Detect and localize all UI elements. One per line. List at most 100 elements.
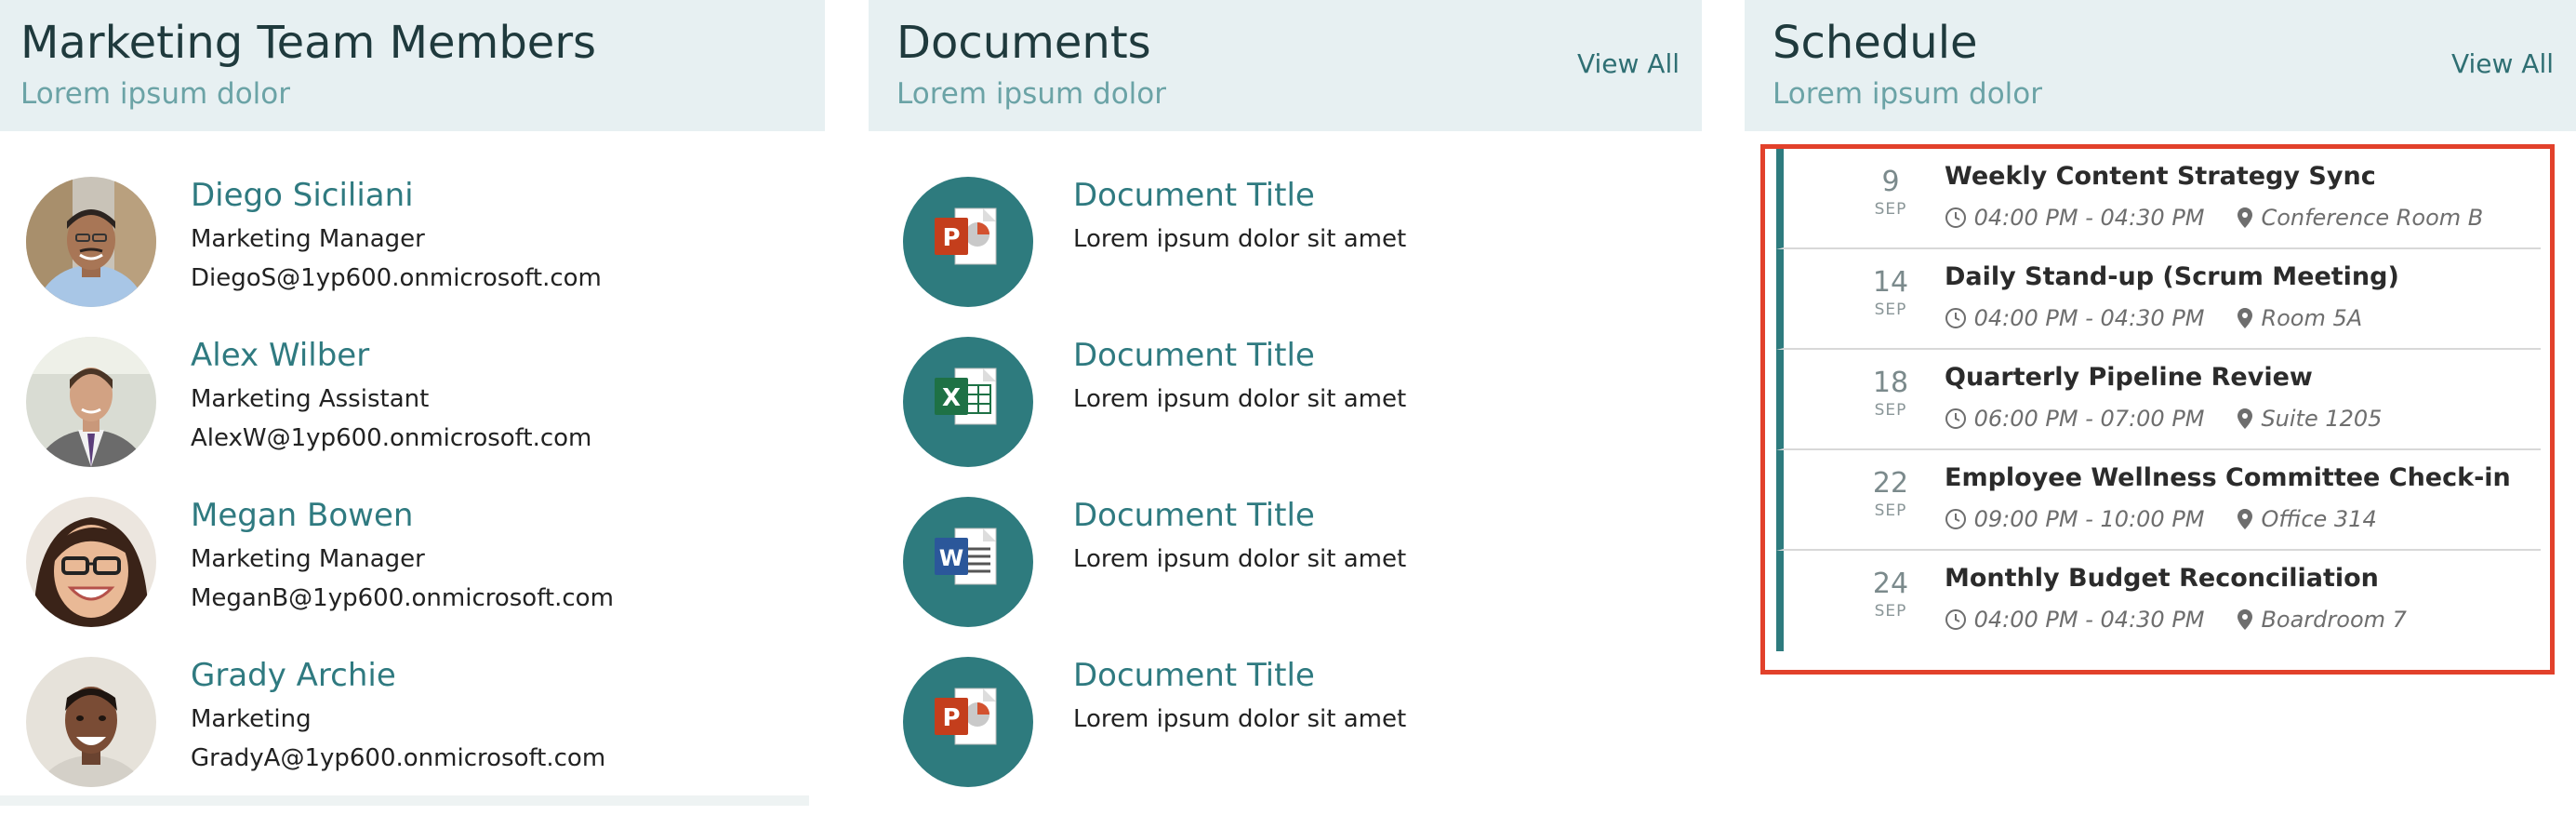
documents-title: Documents [896,17,1151,69]
avatar-grady[interactable] [26,657,156,787]
member-role: Marketing Manager [191,225,425,253]
svg-text:W: W [939,545,963,571]
event-item[interactable]: 18 SEP Quarterly Pipeline Review 06:00 P… [1776,350,2541,450]
event-time: 06:00 PM - 07:00 PM [1973,406,2205,432]
event-time: 09:00 PM - 10:00 PM [1973,506,2205,532]
location-pin-icon [2237,609,2252,630]
event-location: Boardroom 7 [2261,607,2407,633]
member-email[interactable]: MeganB@1yp600.onmicrosoft.com [191,584,614,612]
event-month: SEP [1874,401,1907,420]
avatar-megan[interactable] [26,497,156,627]
documents-view-all-link[interactable]: View All [1577,48,1680,79]
member-item[interactable]: Megan Bowen Marketing Manager MeganB@1yp… [0,497,825,655]
documents-header: Documents Lorem ipsum dolor View All [869,0,1702,131]
member-name[interactable]: Alex Wilber [191,337,369,374]
event-title[interactable]: Daily Stand-up (Scrum Meeting) [1945,262,2399,291]
avatar-alex[interactable] [26,337,156,467]
document-item[interactable]: X Document Title Lorem ipsum dolor sit a… [869,337,1702,495]
event-time: 04:00 PM - 04:30 PM [1973,205,2205,231]
document-item[interactable]: P Document Title Lorem ipsum dolor sit a… [869,177,1702,335]
clock-icon [1945,509,1966,529]
event-title[interactable]: Monthly Budget Reconciliation [1945,564,2379,593]
document-item[interactable]: W Document Title Lorem ipsum dolor sit a… [869,497,1702,655]
schedule-subtitle: Lorem ipsum dolor [1773,77,2042,111]
event-time: 04:00 PM - 04:30 PM [1973,305,2205,331]
event-meta: 04:00 PM - 04:30 PM Conference Room B [1945,205,2483,231]
location-pin-icon [2237,509,2252,529]
location-pin-icon [2237,207,2252,228]
clock-icon [1945,609,1966,630]
members-subtitle: Lorem ipsum dolor [20,77,290,111]
event-title[interactable]: Weekly Content Strategy Sync [1945,162,2376,191]
member-item[interactable]: Diego Siciliani Marketing Manager DiegoS… [0,177,825,335]
event-month: SEP [1874,602,1907,621]
schedule-header: Schedule Lorem ipsum dolor View All [1745,0,2576,131]
avatar-diego[interactable] [26,177,156,307]
svg-text:P: P [942,704,960,732]
documents-panel: Documents Lorem ipsum dolor View All P D… [869,0,1702,806]
word-icon[interactable]: W [903,497,1033,627]
clock-icon [1945,207,1966,228]
event-title[interactable]: Employee Wellness Committee Check-in [1945,463,2511,492]
event-month: SEP [1874,301,1907,319]
event-location: Room 5A [2261,305,2363,331]
schedule-view-all-link[interactable]: View All [2451,48,2554,79]
powerpoint-icon[interactable]: P [903,177,1033,307]
event-day: 9 [1881,166,1900,198]
event-title[interactable]: Quarterly Pipeline Review [1945,363,2313,392]
event-item[interactable]: 24 SEP Monthly Budget Reconciliation 04:… [1776,551,2541,651]
event-meta: 09:00 PM - 10:00 PM Office 314 [1945,506,2377,532]
schedule-event-list: 9 SEP Weekly Content Strategy Sync 04:00… [1760,144,2555,675]
member-name[interactable]: Grady Archie [191,657,396,694]
event-time: 04:00 PM - 04:30 PM [1973,607,2205,633]
document-description: Lorem ipsum dolor sit amet [1073,545,1407,573]
svg-text:X: X [942,384,961,412]
document-title[interactable]: Document Title [1073,657,1315,694]
member-item[interactable]: Alex Wilber Marketing Assistant AlexW@1y… [0,337,825,495]
scroll-edge [0,795,809,806]
document-description: Lorem ipsum dolor sit amet [1073,385,1407,413]
member-item[interactable]: Grady Archie Marketing GradyA@1yp600.onm… [0,657,825,815]
event-day: 24 [1872,568,1909,600]
event-item[interactable]: 22 SEP Employee Wellness Committee Check… [1776,450,2541,551]
member-email[interactable]: AlexW@1yp600.onmicrosoft.com [191,424,591,452]
powerpoint-icon[interactable]: P [903,657,1033,787]
location-pin-icon [2237,408,2252,429]
event-meta: 06:00 PM - 07:00 PM Suite 1205 [1945,406,2382,432]
event-meta: 04:00 PM - 04:30 PM Room 5A [1945,305,2362,331]
excel-icon[interactable]: X [903,337,1033,467]
event-month: SEP [1874,501,1907,520]
member-role: Marketing [191,705,312,733]
event-item[interactable]: 14 SEP Daily Stand-up (Scrum Meeting) 04… [1776,249,2541,350]
event-meta: 04:00 PM - 04:30 PM Boardroom 7 [1945,607,2407,633]
members-header: Marketing Team Members Lorem ipsum dolor [0,0,825,131]
location-pin-icon [2237,308,2252,328]
document-title[interactable]: Document Title [1073,497,1315,534]
member-role: Marketing Assistant [191,385,430,413]
member-role: Marketing Manager [191,545,425,573]
member-email[interactable]: DiegoS@1yp600.onmicrosoft.com [191,264,602,292]
document-title[interactable]: Document Title [1073,337,1315,374]
document-description: Lorem ipsum dolor sit amet [1073,225,1407,253]
event-day: 22 [1872,467,1909,500]
event-location: Conference Room B [2261,205,2484,231]
member-email[interactable]: GradyA@1yp600.onmicrosoft.com [191,744,605,772]
member-name[interactable]: Megan Bowen [191,497,413,534]
schedule-title: Schedule [1773,17,1978,69]
event-item[interactable]: 9 SEP Weekly Content Strategy Sync 04:00… [1776,149,2541,249]
member-name[interactable]: Diego Siciliani [191,177,414,214]
clock-icon [1945,308,1966,328]
members-title: Marketing Team Members [20,17,597,69]
clock-icon [1945,408,1966,429]
document-item[interactable]: P Document Title Lorem ipsum dolor sit a… [869,657,1702,815]
event-month: SEP [1874,200,1907,219]
svg-text:P: P [942,224,960,252]
members-panel: Marketing Team Members Lorem ipsum dolor… [0,0,825,806]
document-title[interactable]: Document Title [1073,177,1315,214]
documents-subtitle: Lorem ipsum dolor [896,77,1166,111]
event-day: 14 [1872,266,1909,299]
document-description: Lorem ipsum dolor sit amet [1073,705,1407,733]
event-day: 18 [1872,367,1909,399]
event-location: Office 314 [2261,506,2377,532]
event-location: Suite 1205 [2261,406,2383,432]
